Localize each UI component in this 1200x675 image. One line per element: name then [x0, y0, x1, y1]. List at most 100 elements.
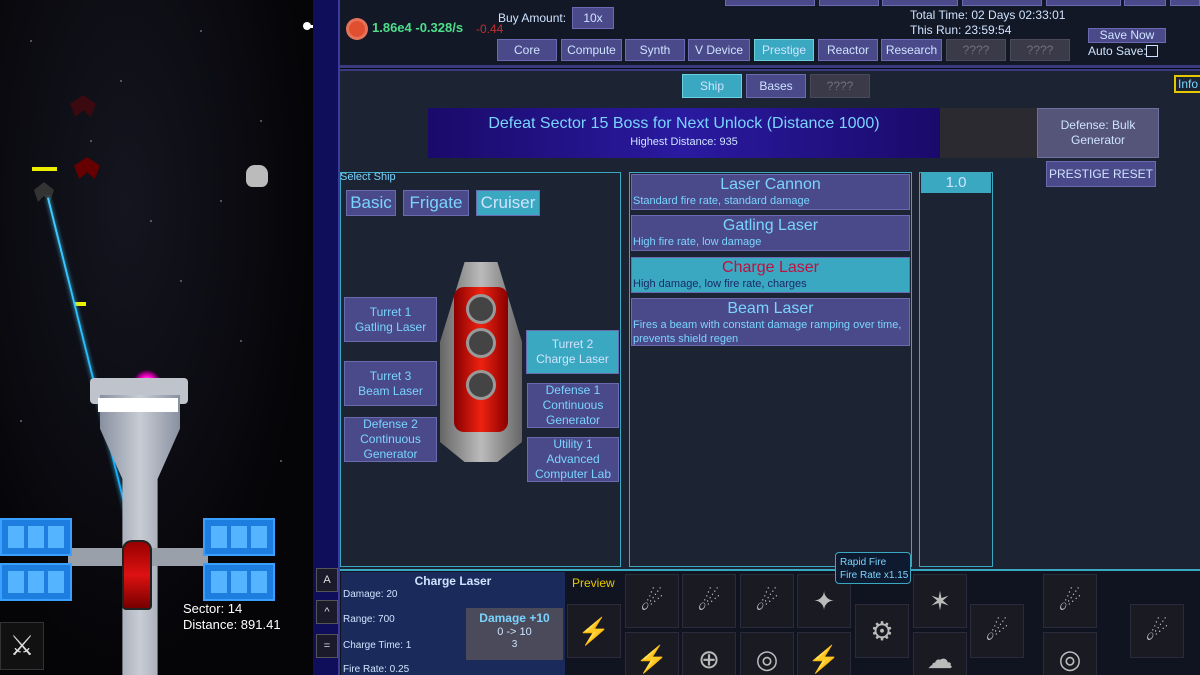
unlock-banner: Defeat Sector 15 Boss for Next Unlock (D… — [428, 108, 940, 158]
tab-research[interactable]: Research — [881, 39, 942, 61]
weapon-name: Laser Cannon — [720, 176, 821, 193]
gatling-upgrade-icon[interactable]: ⚡ — [797, 632, 851, 675]
menu-button[interactable]: = — [316, 634, 338, 658]
save-now-button[interactable]: Save Now — [1088, 28, 1166, 43]
space-view[interactable]: Sector: 14 Distance: 891.41 ⚔ — [0, 0, 313, 675]
enemy-drone — [246, 165, 268, 187]
clipped-button[interactable] — [819, 0, 879, 6]
tab-locked-2[interactable]: ???? — [1010, 39, 1070, 61]
explosion-icon[interactable]: ☁ — [913, 632, 967, 675]
enemy-ship — [74, 157, 100, 179]
tab-v-device[interactable]: V Device — [688, 39, 750, 61]
tab-prestige[interactable]: Prestige — [754, 39, 814, 61]
clipped-button[interactable] — [962, 0, 1042, 6]
upgrade-title: Damage +10 — [479, 611, 550, 625]
slot-turret-2[interactable]: Turret 2 Charge Laser — [526, 330, 619, 374]
slot-item: Generator — [545, 413, 601, 427]
comet-icon[interactable]: ☄ — [1043, 574, 1097, 628]
resource-value: 1.86e4 -0.328/s — [372, 20, 464, 35]
scroll-up-button[interactable]: ^ — [316, 600, 338, 624]
slot-utility-1[interactable]: Utility 1 Advanced Computer Lab — [527, 437, 619, 482]
solar-panel — [0, 518, 72, 556]
stat-range: Range: 700 — [343, 614, 395, 625]
prestige-reset-button[interactable]: PRESTIGE RESET — [1046, 161, 1156, 187]
subtab-ship[interactable]: Ship — [682, 74, 742, 98]
auto-save-checkbox[interactable] — [1146, 45, 1158, 57]
slot-defense-2[interactable]: Defense 2 Continuous Generator — [344, 417, 437, 462]
slot-defense-1[interactable]: Defense 1 Continuous Generator — [527, 383, 619, 428]
stat-charge: Charge Time: 1 — [343, 640, 412, 651]
enemy-health-bar — [32, 167, 57, 171]
weapon-desc: High damage, low fire rate, charges — [633, 278, 807, 290]
clipped-button[interactable] — [1170, 0, 1200, 6]
total-time: Total Time: 02 Days 02:33:01 — [910, 8, 1066, 22]
slot-item: Computer Lab — [534, 467, 612, 481]
slot-title: Utility 1 — [553, 437, 593, 451]
preview-label: Preview — [572, 576, 615, 590]
comet-icon[interactable]: ☄ — [682, 574, 736, 628]
tooltip-title: Rapid Fire — [840, 557, 887, 568]
clipped-button[interactable] — [725, 0, 815, 6]
highest-distance: Highest Distance: 935 — [630, 136, 738, 148]
weapon-gatling-laser[interactable]: Gatling Laser High fire rate, low damage — [631, 215, 910, 251]
tab-synth[interactable]: Synth — [625, 39, 685, 61]
damage-upgrade-button[interactable]: Damage +10 0 -> 10 3 — [466, 608, 563, 660]
marker-dot-icon — [303, 22, 311, 30]
weapon-beam-laser[interactable]: Beam Laser Fires a beam with constant da… — [631, 298, 910, 346]
station-tower — [100, 395, 180, 675]
defense-bulk-generator-button[interactable]: Defense: Bulk Generator — [1037, 108, 1159, 158]
weapon-laser-cannon[interactable]: Laser Cannon Standard fire rate, standar… — [631, 174, 910, 210]
weapon-desc: Fires a beam with constant damage rampin… — [633, 319, 902, 345]
target-icon[interactable]: ⊕ — [682, 632, 736, 675]
gatling-gun-icon[interactable]: ⚡ — [567, 604, 621, 658]
stat-damage: Damage: 20 — [343, 589, 398, 600]
comet-icon[interactable]: ☄ — [970, 604, 1024, 658]
stats-title: Charge Laser — [414, 574, 492, 588]
slot-item: Charge Laser — [536, 352, 609, 366]
info-button[interactable]: Info — [1174, 75, 1200, 93]
slot-item: Generator — [363, 447, 418, 461]
slot-turret-3[interactable]: Turret 3 Beam Laser — [344, 361, 437, 406]
shard-icon[interactable]: ✶ — [913, 574, 967, 628]
laser-gun-icon[interactable]: ⚔ — [0, 622, 44, 670]
solar-panel — [0, 563, 72, 601]
solar-panel — [203, 563, 275, 601]
ship-frigate-button[interactable]: Frigate — [403, 190, 469, 216]
weapon-charge-laser[interactable]: Charge Laser High damage, low fire rate,… — [631, 257, 910, 293]
clipped-button[interactable] — [1046, 0, 1121, 6]
clipped-button[interactable] — [1124, 0, 1166, 6]
buy-amount-button[interactable]: 10x — [572, 7, 614, 29]
enemy-ship — [70, 95, 96, 117]
slot-title: Defense 2 — [363, 417, 418, 431]
subtab-locked[interactable]: ???? — [810, 74, 870, 98]
rapid-fire-icon[interactable]: ⚙ — [855, 604, 909, 658]
tab-core[interactable]: Core — [497, 39, 557, 61]
slot-title: Turret 3 — [369, 368, 412, 383]
shield-target-icon[interactable]: ◎ — [1043, 632, 1097, 675]
comet-icon[interactable]: ☄ — [1130, 604, 1184, 658]
game-root: Sector: 14 Distance: 891.41 ⚔ A ^ = 1.86… — [0, 0, 1200, 675]
upgrade-cost: 3 — [511, 639, 518, 650]
speed-a-button[interactable]: A — [316, 568, 338, 592]
comet-icon[interactable]: ☄ — [625, 574, 679, 628]
gatling-upgrade-icon[interactable]: ⚡ — [625, 632, 679, 675]
ship-basic-button[interactable]: Basic — [346, 190, 396, 216]
slot-item: Beam Laser — [358, 383, 423, 398]
tab-compute[interactable]: Compute — [561, 39, 622, 61]
weapon-desc: High fire rate, low damage — [633, 236, 762, 248]
weapon-name: Beam Laser — [727, 300, 814, 317]
tab-locked-1[interactable]: ???? — [946, 39, 1006, 61]
shield-target-icon[interactable]: ◎ — [740, 632, 794, 675]
player-ship — [122, 540, 152, 610]
comet-icon[interactable]: ☄ — [740, 574, 794, 628]
clipped-button[interactable] — [882, 0, 958, 6]
tab-reactor[interactable]: Reactor — [818, 39, 878, 61]
select-ship-label: Select Ship — [340, 171, 396, 183]
weapon-desc: Standard fire rate, standard damage — [633, 195, 810, 207]
slot-item: Continuous — [360, 432, 421, 446]
slot-turret-1[interactable]: Turret 1 Gatling Laser — [344, 297, 437, 342]
ship-cruiser-button[interactable]: Cruiser — [476, 190, 540, 216]
subtab-bases[interactable]: Bases — [746, 74, 806, 98]
slot-title: Defense 1 — [545, 383, 601, 397]
sector-label: Sector: 14 — [183, 601, 243, 616]
